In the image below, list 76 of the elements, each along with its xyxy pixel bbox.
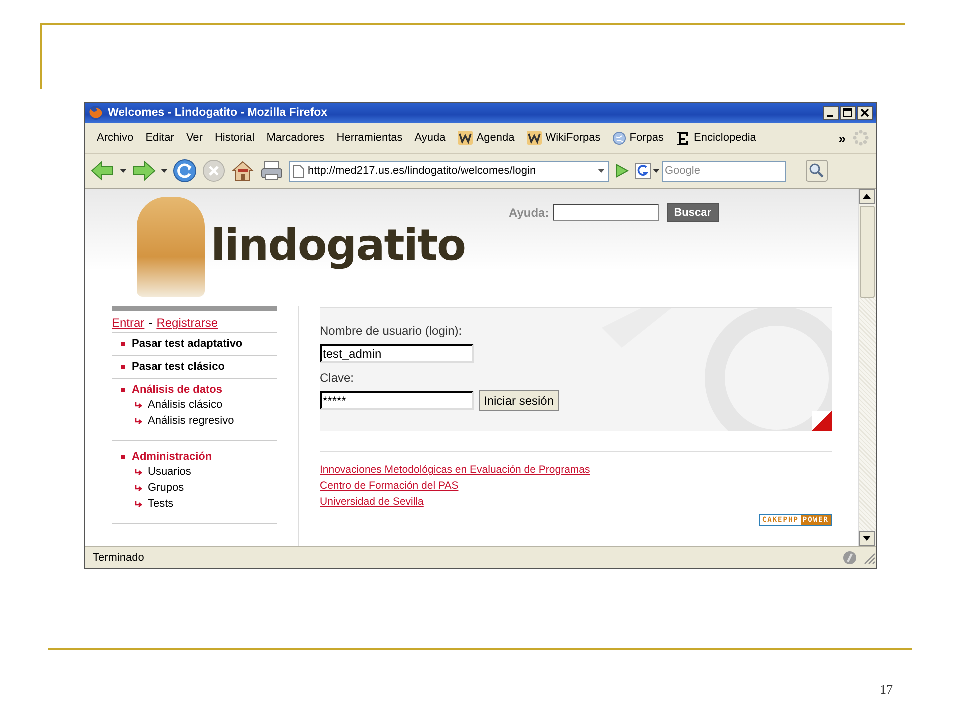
nav-item[interactable]: Pasar test clásico <box>132 361 225 373</box>
go-arrow-icon[interactable] <box>614 163 630 179</box>
menu-item[interactable]: Marcadores <box>260 132 331 144</box>
search-icon[interactable] <box>806 160 828 182</box>
nav-subitem[interactable]: Grupos <box>148 482 184 494</box>
minimize-icon[interactable] <box>823 106 839 120</box>
bullet-icon <box>121 388 125 392</box>
site-logo-text: lindogatito <box>211 221 466 271</box>
help-search-field[interactable] <box>553 204 660 221</box>
login-button[interactable]: Iniciar sesión <box>479 390 560 411</box>
footer-link[interactable]: Universidad de Sevilla <box>320 496 424 508</box>
arrow-icon <box>135 500 143 508</box>
arrow-icon <box>135 402 143 408</box>
password-label: Clave: <box>320 371 356 385</box>
nav-subitem[interactable]: Tests <box>148 498 174 510</box>
arrow-icon <box>135 418 143 424</box>
menu-item[interactable]: Ayuda <box>408 132 452 144</box>
bookmark-item[interactable]: Agenda <box>452 131 521 145</box>
bullet-icon <box>121 365 125 369</box>
scroll-up-icon[interactable] <box>859 189 875 204</box>
password-field[interactable]: ***** <box>320 391 474 410</box>
link-separator: - <box>148 316 153 330</box>
menu-item[interactable]: Herramientas <box>330 132 409 144</box>
bookmark-item[interactable]: WikiForpas <box>520 131 607 145</box>
scrollbar-thumb[interactable] <box>860 206 875 298</box>
scroll-down-icon[interactable] <box>859 531 875 546</box>
username-field[interactable]: test_admin <box>320 344 474 363</box>
bookmark-item[interactable]: Forpas <box>606 132 670 144</box>
w-logo-icon <box>526 131 542 145</box>
nav-item[interactable]: Análisis de datos <box>132 384 222 396</box>
home-icon[interactable] <box>231 160 255 182</box>
forward-arrow-icon[interactable] <box>132 160 156 182</box>
nav-item[interactable]: Pasar test adaptativo <box>132 338 243 350</box>
bullet-icon <box>121 455 125 459</box>
nav-subitem[interactable]: Análisis clásico <box>148 399 223 411</box>
username-label: Nombre de usuario (login): <box>320 324 464 338</box>
arrow-icon <box>135 468 143 476</box>
letter-e-icon <box>676 130 690 146</box>
slide-page-number: 17 <box>880 682 893 698</box>
register-link[interactable]: Registrarse <box>156 316 218 330</box>
login-link[interactable]: Entrar <box>112 316 145 330</box>
window-title: Welcomes - Lindogatito - Mozilla Firefox <box>108 107 329 119</box>
footer-link[interactable]: Centro de Formación del PAS <box>320 480 459 492</box>
nav-subitem[interactable]: Análisis regresivo <box>148 415 234 427</box>
search-field[interactable]: Google <box>662 160 786 182</box>
caret-icon[interactable] <box>653 169 660 173</box>
bullet-icon <box>121 342 125 346</box>
help-label: Ayuda: <box>509 206 550 220</box>
bookmark-item[interactable]: Enciclopedia <box>670 130 762 146</box>
globe-icon <box>612 132 626 144</box>
resize-grip-icon[interactable] <box>862 550 876 564</box>
menu-item[interactable]: Archivo <box>91 132 140 144</box>
close-icon[interactable] <box>857 106 873 120</box>
nav-item[interactable]: Administración <box>132 451 212 463</box>
page-icon <box>293 164 304 178</box>
w-logo-icon <box>458 131 473 145</box>
printer-icon[interactable] <box>260 160 284 182</box>
back-arrow-icon[interactable] <box>91 160 115 182</box>
maximize-icon[interactable] <box>840 106 856 120</box>
menu-overflow-chevron[interactable]: » <box>832 130 852 146</box>
caret-icon[interactable] <box>598 169 605 173</box>
reload-icon[interactable] <box>173 159 197 183</box>
arrow-icon <box>135 484 143 492</box>
search-button[interactable]: Buscar <box>667 203 719 222</box>
nav-subitem[interactable]: Usuarios <box>148 466 192 478</box>
menu-item[interactable]: Editar <box>140 132 180 144</box>
caret-icon[interactable] <box>161 169 168 173</box>
status-text: Terminado <box>93 552 146 564</box>
caret-icon[interactable] <box>120 169 127 173</box>
throbber-icon <box>852 129 870 147</box>
footer-link[interactable]: Innovaciones Metodológicas en Evaluación de Programas <box>320 464 590 476</box>
google-g-icon[interactable] <box>635 163 651 179</box>
no-entry-icon <box>842 550 858 566</box>
address-bar[interactable]: http://med217.us.es/lindogatito/welcomes/login <box>289 160 609 182</box>
menu-item[interactable]: Ver <box>180 132 209 144</box>
menu-item[interactable]: Historial <box>208 132 261 144</box>
